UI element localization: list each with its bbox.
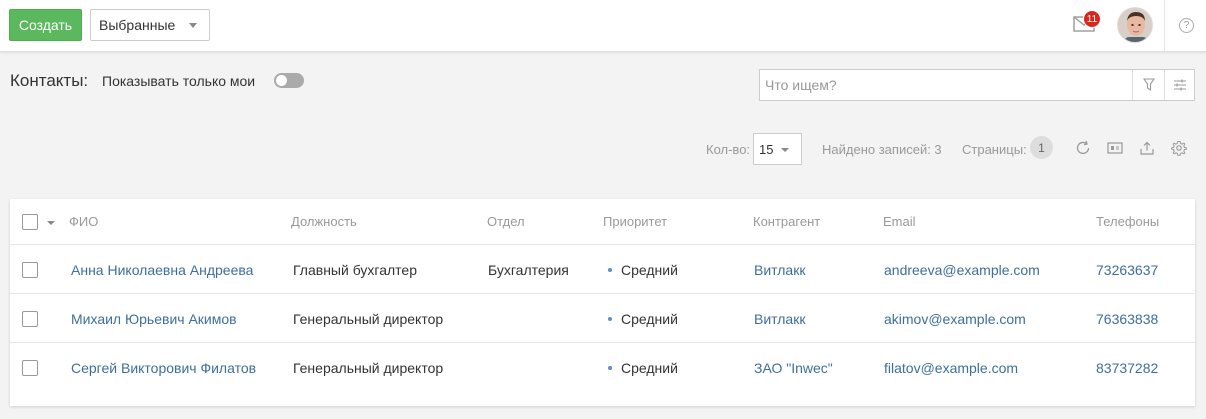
table-row[interactable]: Михаил Юрьевич Акимов Генеральный директ… bbox=[10, 294, 1195, 343]
contractor-link[interactable]: Витлакк bbox=[754, 311, 805, 327]
contact-position: Генеральный директор bbox=[293, 311, 444, 327]
contractor-link[interactable]: ЗАО "Inwec" bbox=[754, 360, 833, 376]
contact-department: Бухгалтерия bbox=[488, 262, 569, 278]
pages-label: Страницы: bbox=[962, 142, 1027, 157]
phone-link[interactable]: 83737282 bbox=[1096, 360, 1158, 376]
column-header-priority[interactable]: Приоритет bbox=[603, 214, 667, 229]
sliders-icon bbox=[1174, 79, 1186, 91]
settings-button[interactable] bbox=[1170, 139, 1188, 157]
top-bar: Создать Выбранные 11 ? bbox=[0, 0, 1206, 52]
contact-name-link[interactable]: Михаил Юрьевич Акимов bbox=[71, 311, 237, 327]
chevron-down-icon bbox=[781, 148, 789, 152]
contact-priority: Средний bbox=[621, 262, 678, 278]
help-icon[interactable]: ? bbox=[1179, 18, 1194, 33]
email-link[interactable]: andreeva@example.com bbox=[884, 262, 1040, 278]
row-checkbox[interactable] bbox=[22, 360, 38, 376]
export-icon bbox=[1140, 141, 1154, 155]
chevron-down-icon bbox=[189, 23, 197, 28]
page-button-1[interactable]: 1 bbox=[1030, 136, 1053, 159]
favorites-label: Выбранные bbox=[99, 17, 176, 33]
email-link[interactable]: filatov@example.com bbox=[884, 360, 1018, 376]
contact-position: Главный бухгалтер bbox=[293, 262, 417, 278]
found-records: Найдено записей: 3 bbox=[822, 142, 942, 157]
search-settings-button[interactable] bbox=[1164, 70, 1195, 100]
divider bbox=[1164, 0, 1165, 52]
phone-link[interactable]: 76363838 bbox=[1096, 311, 1158, 327]
page-title: Контакты: bbox=[10, 71, 89, 90]
column-header-phones[interactable]: Телефоны bbox=[1096, 214, 1159, 229]
phone-link[interactable]: 73263637 bbox=[1096, 262, 1158, 278]
priority-dot-icon bbox=[608, 317, 612, 321]
export-button[interactable] bbox=[1138, 139, 1156, 157]
card-view-button[interactable] bbox=[1106, 139, 1124, 157]
filter-icon bbox=[1142, 78, 1155, 92]
column-header-name[interactable]: ФИО bbox=[69, 214, 98, 229]
contacts-table: ФИО Должность Отдел Приоритет Контрагент… bbox=[10, 199, 1195, 406]
column-header-email[interactable]: Email bbox=[883, 214, 916, 229]
gear-icon bbox=[1171, 141, 1187, 156]
contact-priority: Средний bbox=[621, 360, 678, 376]
only-mine-label: Показывать только мои bbox=[102, 73, 256, 89]
column-header-department[interactable]: Отдел bbox=[487, 214, 525, 229]
contractor-link[interactable]: Витлакк bbox=[754, 262, 805, 278]
refresh-icon bbox=[1076, 140, 1090, 155]
avatar[interactable] bbox=[1117, 7, 1153, 43]
search-input[interactable] bbox=[760, 70, 1132, 100]
priority-dot-icon bbox=[608, 268, 612, 272]
email-link[interactable]: akimov@example.com bbox=[884, 311, 1026, 327]
row-checkbox[interactable] bbox=[22, 262, 38, 278]
row-checkbox[interactable] bbox=[22, 311, 38, 327]
count-select[interactable]: 15 bbox=[753, 133, 802, 165]
search-box bbox=[759, 69, 1195, 101]
favorites-dropdown[interactable]: Выбранные bbox=[90, 9, 210, 41]
table-header: ФИО Должность Отдел Приоритет Контрагент… bbox=[10, 199, 1195, 245]
contact-name-link[interactable]: Сергей Викторович Филатов bbox=[71, 360, 256, 376]
count-value: 15 bbox=[759, 141, 774, 157]
priority-dot-icon bbox=[608, 366, 612, 370]
table-row[interactable]: Сергей Викторович Филатов Генеральный ди… bbox=[10, 343, 1195, 392]
select-all-checkbox[interactable] bbox=[22, 214, 38, 230]
column-header-contractor[interactable]: Контрагент bbox=[753, 214, 820, 229]
column-header-position[interactable]: Должность bbox=[291, 214, 357, 229]
create-button[interactable]: Создать bbox=[9, 9, 82, 41]
contact-position: Генеральный директор bbox=[293, 360, 444, 376]
chevron-down-icon[interactable] bbox=[47, 221, 55, 225]
mail-badge: 11 bbox=[1083, 10, 1101, 28]
refresh-button[interactable] bbox=[1074, 139, 1092, 157]
toggle-knob bbox=[276, 75, 287, 86]
table-row[interactable]: Анна Николаевна Андреева Главный бухгалт… bbox=[10, 245, 1195, 294]
only-mine-toggle[interactable] bbox=[274, 73, 304, 88]
card-icon bbox=[1107, 142, 1123, 154]
count-label: Кол-во: bbox=[706, 142, 751, 157]
contact-priority: Средний bbox=[621, 311, 678, 327]
filter-button[interactable] bbox=[1132, 70, 1164, 100]
contact-name-link[interactable]: Анна Николаевна Андреева bbox=[71, 262, 253, 278]
